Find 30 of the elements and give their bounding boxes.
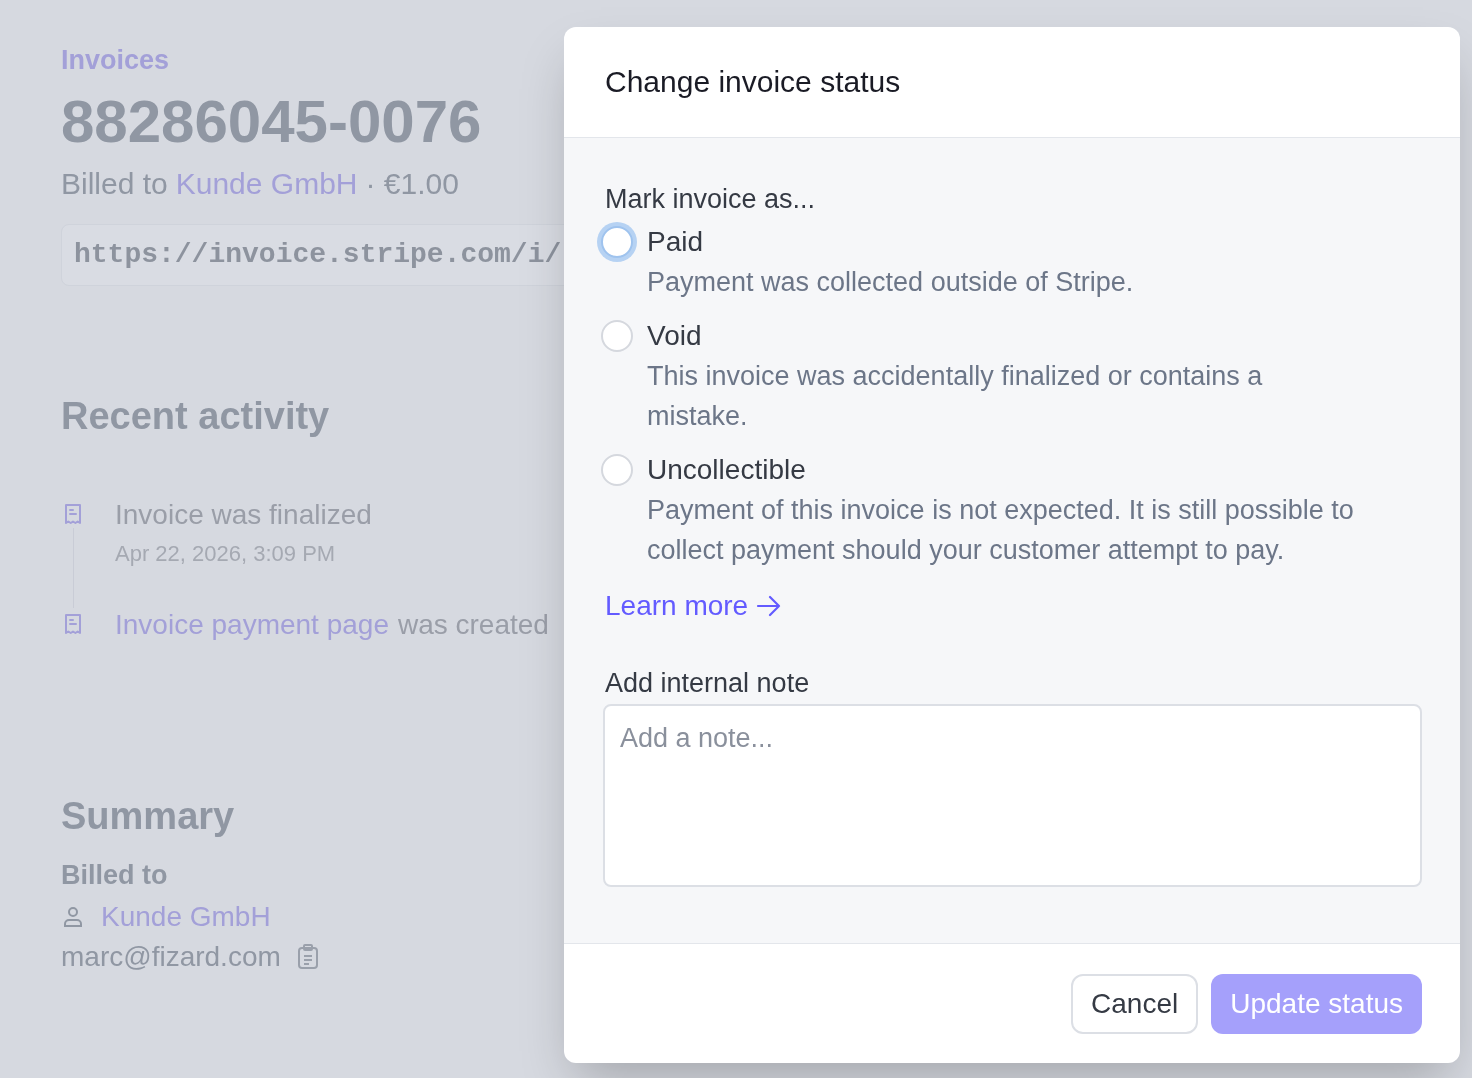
option-description: This invoice was accidentally finalized or contains a mistake.	[647, 360, 1264, 433]
activity-text: was created	[397, 608, 549, 642]
radio-button[interactable]	[601, 454, 633, 486]
option-description: Payment of this invoice is not expected. It is still possible to collect payment should your customer attempt to pay.	[647, 494, 1355, 567]
activity-text: Invoice was finalized	[115, 498, 372, 532]
invoice-amount: · €1.00	[365, 166, 459, 202]
note-label: Add internal note	[605, 667, 810, 700]
person-icon	[61, 905, 85, 929]
billed-to-text: Billed to	[61, 166, 168, 202]
prompt-text: Mark invoice as...	[605, 183, 816, 216]
section-heading: Recent activity	[61, 394, 330, 439]
breadcrumb-link[interactable]: Invoices	[61, 44, 170, 76]
email-text: marc@fizard.com	[61, 940, 281, 974]
note-field[interactable]: Add a note...	[603, 704, 1422, 887]
customer-link[interactable]: Kunde GmbH	[101, 900, 271, 934]
arrow-right-icon	[756, 595, 783, 617]
update-status-button[interactable]: Update status	[1211, 973, 1422, 1034]
section-heading: Summary	[61, 794, 235, 839]
learn-more-link[interactable]: Learn more	[605, 588, 783, 624]
activity-link[interactable]: Invoice payment page	[115, 608, 389, 642]
invoice-number: 88286045-0076	[61, 90, 482, 154]
option-label: Void	[647, 319, 702, 353]
cancel-button[interactable]: Cancel	[1071, 973, 1199, 1034]
option-label: Uncollectible	[647, 453, 806, 487]
customer-link[interactable]: Kunde GmbH	[175, 164, 358, 204]
option-label: Paid	[647, 225, 704, 259]
field-label: Billed to	[61, 859, 168, 892]
dialog-title: Change invoice status	[605, 64, 901, 100]
radio-button[interactable]	[601, 320, 633, 352]
clipboard-icon[interactable]	[296, 944, 319, 970]
